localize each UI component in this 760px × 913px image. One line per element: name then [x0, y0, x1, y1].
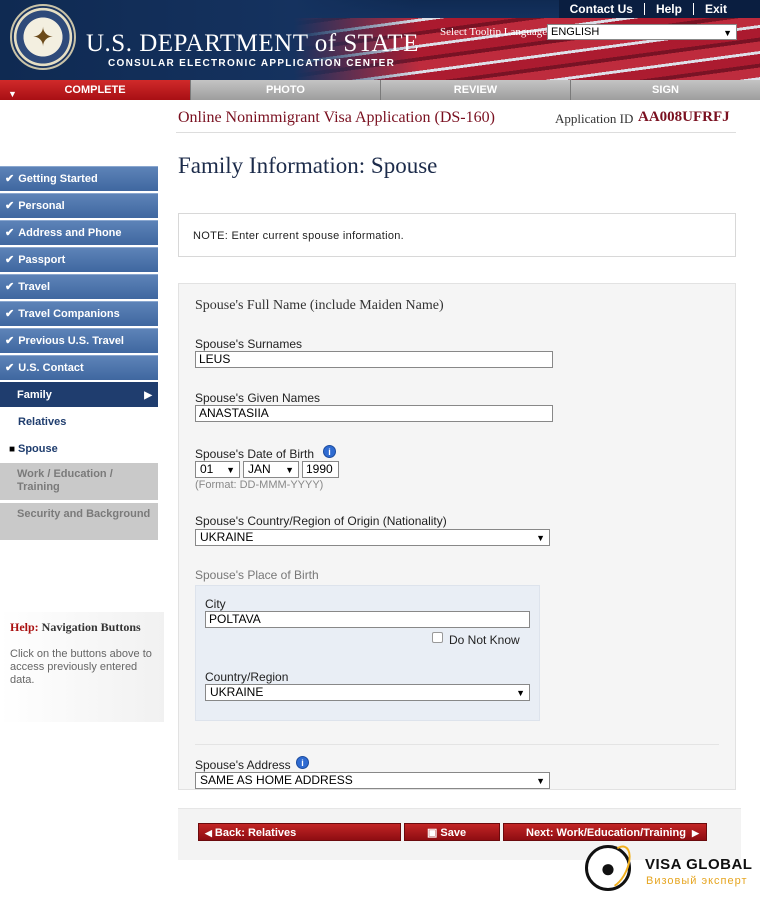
tooltip-language-label: Select Tooltip Language: [440, 26, 548, 38]
sidebar-subitem-relatives[interactable]: Relatives: [0, 409, 158, 436]
step-tabs: ▼ COMPLETE PHOTO REVIEW SIGN: [0, 80, 760, 100]
sidebar-item-security-and-background: Security and Background: [0, 503, 158, 540]
bullet-icon: ■: [9, 444, 16, 455]
application-title: Online Nonimmigrant Visa Application (DS…: [178, 109, 495, 126]
triangle-down-icon: ▼: [8, 89, 17, 99]
floppy-disk-icon: ▣: [427, 827, 438, 839]
top-links: Contact Us Help Exit: [558, 0, 760, 18]
dob-label: Spouse's Date of Birth: [195, 447, 315, 461]
sidebar-nav: ✔ Getting Started ✔ Personal ✔ Address and …: [0, 166, 158, 543]
sidebar-item-travel-companions[interactable]: ✔ Travel Companions: [0, 301, 158, 326]
tab-review[interactable]: REVIEW: [381, 80, 571, 100]
sidebar-item-getting-started[interactable]: ✔ Getting Started: [0, 166, 158, 191]
city-input[interactable]: POLTAVA: [205, 611, 530, 628]
triangle-left-icon: ◀: [205, 828, 212, 838]
tab-sign[interactable]: SIGN: [571, 80, 760, 100]
check-icon: ✔: [5, 254, 15, 266]
given-names-input[interactable]: ANASTASIIA: [195, 405, 553, 422]
dob-month-select[interactable]: JAN ▼: [243, 461, 299, 478]
application-id-label: Application ID: [555, 111, 634, 126]
help-title: Help: Navigation Buttons: [10, 620, 141, 634]
full-name-section-title: Spouse's Full Name (include Maiden Name): [195, 298, 444, 313]
help-link[interactable]: Help: [645, 2, 693, 16]
check-icon: ✔: [5, 173, 15, 185]
tooltip-language-select[interactable]: ENGLISH ▼: [547, 24, 737, 40]
contact-us-link[interactable]: Contact Us: [559, 2, 644, 16]
surnames-label: Spouse's Surnames: [195, 337, 303, 351]
address-select[interactable]: SAME AS HOME ADDRESS ▼: [195, 772, 550, 789]
given-names-label: Spouse's Given Names: [195, 391, 321, 405]
note-box: NOTE: Enter current spouse information.: [178, 213, 736, 257]
help-box: Help: Navigation Buttons Click on the bu…: [0, 612, 164, 722]
watermark-brand-name: VISA GLOBAL: [645, 856, 753, 873]
sidebar-item-us-contact[interactable]: ✔ U.S. Contact: [0, 355, 158, 380]
country-region-select[interactable]: UKRAINE ▼: [205, 684, 530, 701]
city-label: City: [205, 597, 226, 611]
state-department-seal-icon: ✦: [10, 4, 76, 70]
info-icon[interactable]: i: [323, 445, 336, 458]
surnames-input[interactable]: LEUS: [195, 351, 553, 368]
sidebar-item-personal[interactable]: ✔ Personal: [0, 193, 158, 218]
page-title: Family Information: Spouse: [178, 153, 438, 178]
chevron-down-icon: ▼: [723, 28, 732, 38]
department-subtitle: CONSULAR ELECTRONIC APPLICATION CENTER: [108, 58, 396, 69]
tab-complete[interactable]: ▼ COMPLETE: [0, 80, 191, 100]
dob-format-hint: (Format: DD-MMM-YYYY): [195, 479, 324, 491]
check-icon: ✔: [5, 362, 15, 374]
sidebar-item-previous-us-travel[interactable]: ✔ Previous U.S. Travel: [0, 328, 158, 353]
dob-day-select[interactable]: 01 ▼: [195, 461, 240, 478]
dob-year-input[interactable]: 1990: [302, 461, 339, 478]
place-of-birth-label: Spouse's Place of Birth: [195, 568, 319, 582]
info-icon[interactable]: i: [296, 756, 309, 769]
check-icon: ✔: [5, 227, 15, 239]
country-region-label: Country/Region: [205, 670, 289, 684]
watermark-tagline: Визовый эксперт: [646, 875, 748, 887]
nationality-label: Spouse's Country/Region of Origin (Natio…: [195, 514, 447, 528]
triangle-right-icon: ▶: [691, 828, 699, 838]
sidebar-item-travel[interactable]: ✔ Travel: [0, 274, 158, 299]
department-title: U.S. DEPARTMENT of STATE: [86, 30, 419, 57]
save-button[interactable]: ▣ Save: [404, 823, 500, 841]
exit-link[interactable]: Exit: [694, 2, 738, 16]
check-icon: ✔: [5, 281, 15, 293]
do-not-know-label: Do Not Know: [449, 633, 520, 647]
chevron-down-icon: ▼: [285, 465, 294, 475]
check-icon: ✔: [5, 335, 15, 347]
tab-photo[interactable]: PHOTO: [191, 80, 381, 100]
sidebar-item-passport[interactable]: ✔ Passport: [0, 247, 158, 272]
sidebar-item-family[interactable]: Family ▶: [0, 382, 158, 407]
sidebar-item-address-and-phone[interactable]: ✔ Address and Phone: [0, 220, 158, 245]
application-id-value: AA008UFRFJ: [638, 109, 730, 125]
note-text: NOTE: Enter current spouse information.: [193, 230, 405, 242]
chevron-down-icon: ▼: [536, 776, 545, 786]
chevron-down-icon: ▼: [226, 465, 235, 475]
do-not-know-checkbox[interactable]: [432, 632, 443, 643]
sidebar-subitem-spouse[interactable]: ■ Spouse: [0, 436, 158, 463]
sidebar-item-work-education-training: Work / Education / Training: [0, 463, 158, 500]
chevron-down-icon: ▼: [516, 688, 525, 698]
check-icon: ✔: [5, 200, 15, 212]
address-label: Spouse's Address: [195, 758, 291, 772]
check-icon: ✔: [5, 308, 15, 320]
next-button[interactable]: Next: Work/Education/Training ▶: [503, 823, 707, 841]
back-button[interactable]: ◀ Back: Relatives: [198, 823, 401, 841]
chevron-down-icon: ▼: [536, 533, 545, 543]
triangle-right-icon: ▶: [144, 390, 152, 401]
globe-logo-icon: ●: [585, 841, 637, 893]
help-text: Click on the buttons above to access pre…: [10, 648, 152, 686]
nationality-select[interactable]: UKRAINE ▼: [195, 529, 550, 546]
